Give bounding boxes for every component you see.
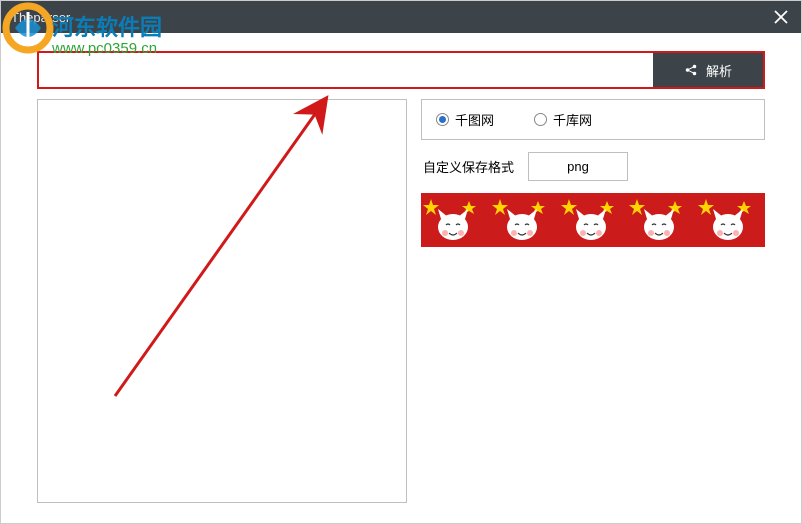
site-selector: 千图网 千库网 (421, 99, 765, 140)
app-window: Theparser 解析 (0, 0, 802, 524)
share-icon (684, 63, 698, 77)
banner-tile (559, 193, 628, 247)
titlebar: Theparser (1, 1, 801, 33)
radio-icon (534, 113, 547, 126)
url-input-row: 解析 (37, 51, 765, 89)
format-value-box[interactable]: png (528, 152, 628, 181)
window-title: Theparser (11, 10, 70, 25)
parse-button[interactable]: 解析 (653, 53, 763, 87)
main-row: 千图网 千库网 自定义保存格式 png (37, 99, 765, 503)
banner-tile (490, 193, 559, 247)
banner-tile (627, 193, 696, 247)
decorative-banner (421, 193, 765, 247)
url-input[interactable] (39, 53, 653, 87)
parse-button-label: 解析 (706, 61, 732, 80)
preview-panel (37, 99, 407, 503)
banner-tile (421, 193, 490, 247)
radio-icon (436, 113, 449, 126)
radio-label-qiantu: 千图网 (455, 110, 494, 129)
close-icon (774, 10, 788, 24)
banner-tile (696, 193, 765, 247)
radio-qiantu[interactable]: 千图网 (436, 110, 494, 129)
format-label: 自定义保存格式 (423, 157, 514, 176)
content-area: 解析 千图网 千库网 自定义保存格式 (1, 33, 801, 523)
side-panel: 千图网 千库网 自定义保存格式 png (421, 99, 765, 503)
radio-label-qianku: 千库网 (553, 110, 592, 129)
format-value: png (567, 159, 589, 174)
radio-qianku[interactable]: 千库网 (534, 110, 592, 129)
close-button[interactable] (761, 1, 801, 33)
format-row: 自定义保存格式 png (421, 152, 765, 181)
